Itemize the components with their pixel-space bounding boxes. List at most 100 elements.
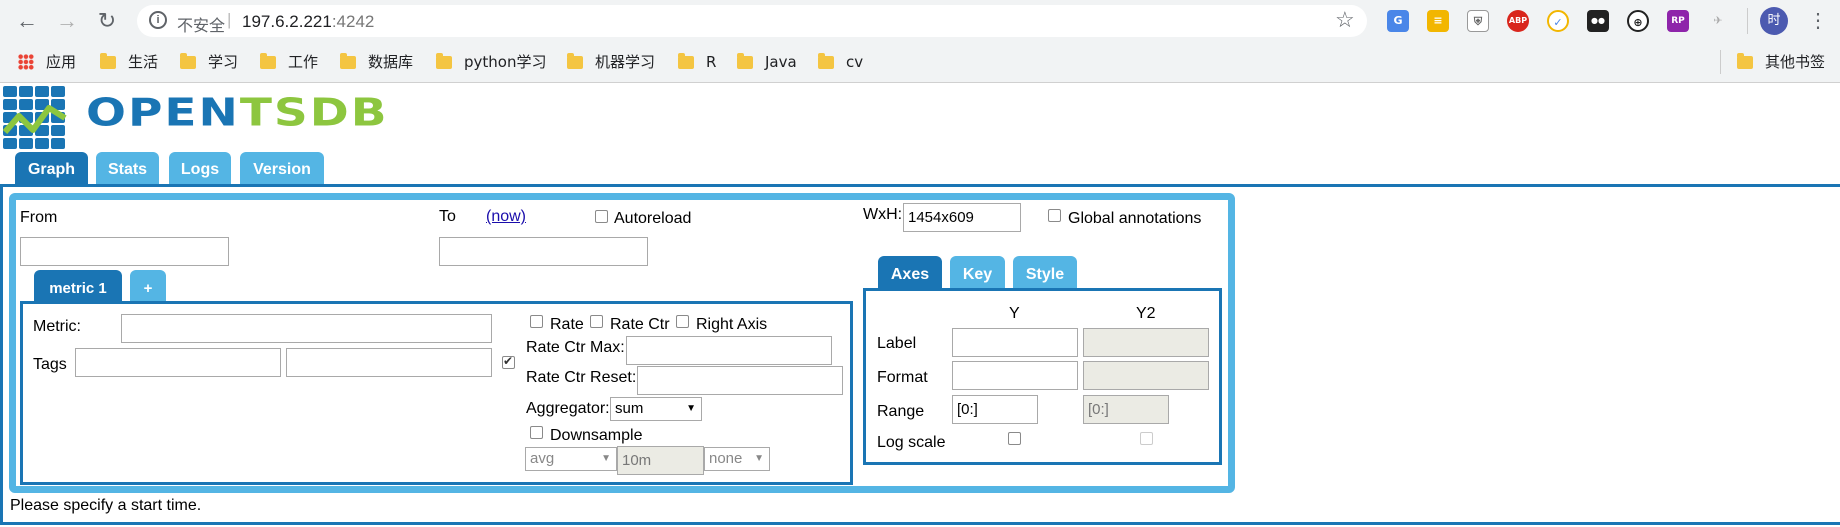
downsample-fill-select[interactable]: none ▼ bbox=[704, 447, 770, 471]
profile-avatar[interactable]: 时 bbox=[1760, 7, 1788, 35]
url-text: 197.6.2.221:4242 bbox=[242, 12, 375, 31]
dropdown-arrow-icon: ▼ bbox=[686, 403, 696, 414]
tab-graph[interactable]: Graph bbox=[15, 152, 88, 184]
tab-axes[interactable]: Axes bbox=[878, 256, 942, 288]
opentsdb-logo-text: OPENTSDB bbox=[86, 90, 389, 136]
downsample-checkbox[interactable] bbox=[530, 426, 543, 439]
star-icon[interactable]: ☆ bbox=[1335, 7, 1355, 33]
y2-log-scale-checkbox[interactable] bbox=[1140, 432, 1153, 445]
bookmark-folder[interactable]: 机器学习 bbox=[567, 50, 655, 74]
bookmark-folder[interactable]: 工作 bbox=[260, 50, 318, 74]
rate-ctr-max-input[interactable] bbox=[626, 336, 832, 365]
bookmark-folder[interactable]: 生活 bbox=[100, 50, 158, 74]
forward-icon[interactable]: → bbox=[52, 6, 82, 36]
dropdown-arrow-icon: ▼ bbox=[754, 453, 764, 464]
global-annotations-label: Global annotations bbox=[1068, 210, 1202, 227]
y-format-input[interactable] bbox=[952, 361, 1078, 390]
shield-extension-icon[interactable]: ⛨ bbox=[1467, 10, 1489, 32]
wxh-input[interactable] bbox=[903, 203, 1021, 232]
tab-style[interactable]: Style bbox=[1013, 256, 1077, 288]
wxh-label: WxH: bbox=[863, 206, 903, 223]
glasses-extension-icon[interactable]: ●● bbox=[1587, 10, 1609, 32]
folder-icon bbox=[100, 53, 116, 69]
toolbar-divider bbox=[1747, 8, 1748, 34]
y-label-input[interactable] bbox=[952, 328, 1078, 357]
bookmark-folder[interactable]: Java bbox=[737, 50, 797, 74]
plane-extension-icon[interactable]: ✈ bbox=[1707, 10, 1729, 32]
link-extension-icon[interactable]: ⊕ bbox=[1627, 10, 1649, 32]
folder-icon bbox=[340, 53, 356, 69]
axis-log-scale-row: Log scale bbox=[877, 434, 946, 451]
rate-ctr-checkbox[interactable] bbox=[590, 315, 603, 328]
downsample-function-select[interactable]: avg ▼ bbox=[525, 447, 617, 471]
bookmark-apps[interactable]: 应用 bbox=[18, 50, 76, 74]
tags-label: Tags bbox=[33, 356, 67, 373]
downsample-interval-input[interactable] bbox=[617, 446, 704, 475]
tag-value-input[interactable] bbox=[286, 348, 492, 377]
folder-icon bbox=[567, 53, 583, 69]
other-bookmarks[interactable]: 其他书签 bbox=[1737, 50, 1825, 74]
bookmarks-divider bbox=[1720, 50, 1721, 74]
tab-metric-1[interactable]: metric 1 bbox=[34, 270, 122, 302]
tab-stats[interactable]: Stats bbox=[96, 152, 159, 184]
folder-icon bbox=[737, 53, 753, 69]
axis-format-row: Format bbox=[877, 369, 928, 386]
bookmark-folder[interactable]: python学习 bbox=[436, 50, 546, 74]
rate-label: Rate bbox=[550, 316, 584, 333]
y2-label-input[interactable] bbox=[1083, 328, 1209, 357]
aggregator-select[interactable]: sum ▼ bbox=[610, 397, 702, 421]
bookmark-folder[interactable]: 数据库 bbox=[340, 50, 413, 74]
y2-range-input[interactable] bbox=[1083, 395, 1169, 424]
folder-icon bbox=[436, 53, 452, 69]
rate-checkbox[interactable] bbox=[530, 315, 543, 328]
address-bar[interactable]: i 不安全 | 197.6.2.221:4242 ☆ bbox=[137, 5, 1367, 37]
back-icon[interactable]: ← bbox=[12, 6, 42, 36]
bookmark-folder[interactable]: R bbox=[678, 50, 716, 74]
bookmark-folder[interactable]: cv bbox=[818, 50, 863, 74]
axis-range-row: Range bbox=[877, 403, 925, 420]
right-axis-checkbox[interactable] bbox=[676, 315, 689, 328]
bookmark-folder[interactable]: 学习 bbox=[180, 50, 238, 74]
from-input[interactable] bbox=[20, 237, 229, 266]
notes-extension-icon[interactable]: ≡ bbox=[1427, 10, 1449, 32]
axis-label-row: Label bbox=[877, 335, 917, 352]
reload-icon[interactable]: ↻ bbox=[92, 6, 122, 36]
rate-ctr-reset-input[interactable] bbox=[637, 366, 843, 395]
metric-input[interactable] bbox=[121, 314, 492, 343]
tag-key-input[interactable] bbox=[75, 348, 281, 377]
from-label: From bbox=[20, 209, 58, 226]
add-metric-tab[interactable]: + bbox=[130, 270, 166, 302]
autoreload-checkbox[interactable] bbox=[595, 210, 608, 223]
folder-icon bbox=[818, 53, 834, 69]
info-icon[interactable]: i bbox=[149, 11, 167, 29]
metric-label: Metric: bbox=[33, 318, 81, 335]
y-axis-header: Y bbox=[1009, 305, 1020, 322]
rp-extension-icon[interactable]: RP bbox=[1667, 10, 1689, 32]
y-log-scale-checkbox[interactable] bbox=[1008, 432, 1021, 445]
rate-ctr-max-label: Rate Ctr Max: bbox=[526, 339, 625, 356]
translate-extension-icon[interactable]: G bbox=[1387, 10, 1409, 32]
global-annotations-checkbox[interactable] bbox=[1048, 209, 1061, 222]
tab-logs[interactable]: Logs bbox=[169, 152, 231, 184]
to-input[interactable] bbox=[439, 237, 648, 266]
url-divider: | bbox=[227, 10, 232, 29]
tab-version[interactable]: Version bbox=[240, 152, 324, 184]
folder-icon bbox=[260, 53, 276, 69]
adblock-extension-icon[interactable]: ABP bbox=[1507, 10, 1529, 32]
y2-format-input[interactable] bbox=[1083, 361, 1209, 390]
folder-icon bbox=[1737, 53, 1753, 69]
tab-key[interactable]: Key bbox=[950, 256, 1005, 288]
y-range-input[interactable] bbox=[952, 395, 1038, 424]
check-extension-icon[interactable]: ✓ bbox=[1547, 10, 1569, 32]
menu-icon[interactable]: ⋮ bbox=[1808, 8, 1828, 33]
downsample-label: Downsample bbox=[550, 427, 643, 444]
to-label: To bbox=[439, 208, 456, 225]
y2-axis-header: Y2 bbox=[1136, 305, 1156, 322]
now-link[interactable]: (now) bbox=[486, 208, 526, 226]
autoreload-label: Autoreload bbox=[614, 210, 692, 227]
opentsdb-logo-icon bbox=[2, 86, 67, 150]
rate-ctr-reset-label: Rate Ctr Reset: bbox=[526, 369, 637, 386]
apps-grid-icon bbox=[18, 54, 34, 70]
status-message: Please specify a start time. bbox=[10, 497, 202, 514]
tag-groupby-checkbox[interactable] bbox=[502, 354, 515, 369]
